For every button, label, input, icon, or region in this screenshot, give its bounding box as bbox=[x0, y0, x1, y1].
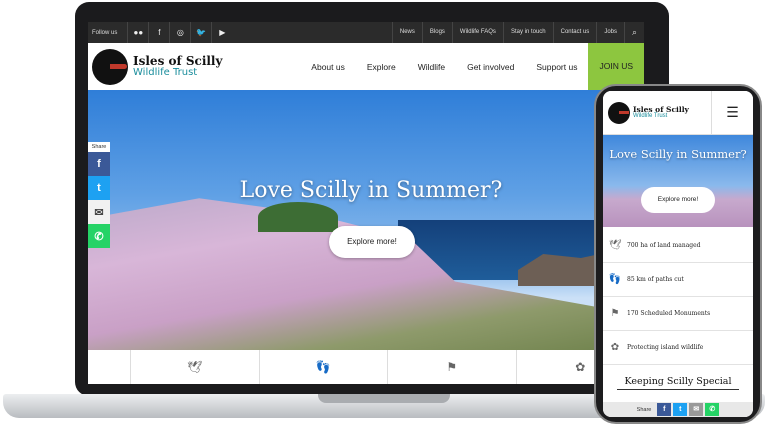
hero-title: Love Scilly in Summer? bbox=[239, 178, 503, 203]
phone-stats-list: 🕊 700 ha of land managed 👣 85 km of path… bbox=[603, 229, 753, 365]
share-facebook-icon[interactable]: f bbox=[88, 152, 110, 176]
bird-icon: 🕊 bbox=[608, 240, 622, 251]
youtube-icon[interactable]: ▶ bbox=[211, 22, 232, 43]
link-stay-in-touch[interactable]: Stay in touch bbox=[502, 22, 553, 43]
stat-paths: 85 km of paths cut bbox=[627, 276, 684, 283]
main-nav: About us Explore Wildlife Get involved S… bbox=[300, 43, 644, 90]
explore-more-button[interactable]: Explore more! bbox=[329, 226, 415, 258]
stat-wildlife: Protecting island wildlife bbox=[627, 344, 704, 351]
phone-brand-subtitle: Wildlife Trust bbox=[633, 113, 668, 120]
laptop-screen: Follow us ●● f ◎ 🐦 ▶ News Blogs Wildlife… bbox=[88, 22, 644, 384]
signpost-icon: ⚑ bbox=[387, 350, 516, 384]
phone-share-twitter-icon[interactable]: t bbox=[673, 403, 688, 416]
phone-logo[interactable]: Isles of Scilly Wildlife Trust bbox=[608, 101, 689, 124]
phone-hero: Love Scilly in Summer? Explore more! bbox=[603, 135, 753, 227]
facebook-icon[interactable]: f bbox=[148, 22, 169, 43]
phone-share-facebook-icon[interactable]: f bbox=[657, 403, 672, 416]
hamburger-menu-icon[interactable]: ☰ bbox=[711, 91, 753, 135]
link-blogs[interactable]: Blogs bbox=[421, 22, 452, 43]
phone-hero-title: Love Scilly in Summer? bbox=[609, 147, 747, 161]
nav-wildlife[interactable]: Wildlife bbox=[407, 62, 456, 72]
stat-land: 700 ha of land managed bbox=[627, 242, 701, 249]
share-whatsapp-icon[interactable]: ✆ bbox=[88, 224, 110, 248]
follow-us-label: Follow us bbox=[92, 29, 118, 36]
share-email-icon[interactable]: ✉ bbox=[88, 200, 110, 224]
list-item: 🕊 700 ha of land managed bbox=[603, 229, 753, 263]
laptop-notch bbox=[318, 394, 450, 403]
device-mockup: Follow us ●● f ◎ 🐦 ▶ News Blogs Wildlife… bbox=[0, 0, 768, 426]
flower-icon: ✿ bbox=[610, 342, 620, 353]
nav-explore[interactable]: Explore bbox=[356, 62, 407, 72]
nav-get-involved[interactable]: Get involved bbox=[456, 62, 525, 72]
top-bar: Follow us ●● f ◎ 🐦 ▶ News Blogs Wildlife… bbox=[88, 22, 644, 43]
phone-header: Isles of Scilly Wildlife Trust ☰ bbox=[603, 91, 753, 135]
phone-puffin-logo-icon bbox=[608, 101, 630, 124]
join-us-button[interactable]: JOIN US bbox=[588, 43, 644, 90]
footprints-icon: 👣 bbox=[258, 350, 388, 384]
hero-hill bbox=[258, 202, 338, 232]
instagram-icon[interactable]: ◎ bbox=[169, 22, 190, 43]
link-wildlife-faqs[interactable]: Wildlife FAQs bbox=[451, 22, 503, 43]
share-twitter-icon[interactable]: t bbox=[88, 176, 110, 200]
puffin-logo-icon bbox=[92, 48, 128, 85]
phone-share-bar: Share f t ✉ ✆ bbox=[603, 402, 753, 417]
site-logo[interactable]: Isles of Scilly Wildlife Trust bbox=[92, 48, 223, 85]
phone-brand-name: Isles of Scilly bbox=[633, 104, 689, 114]
hero-banner: Love Scilly in Summer? Explore more! bbox=[88, 90, 644, 350]
phone-share-email-icon[interactable]: ✉ bbox=[689, 403, 704, 416]
brand-name: Isles of Scilly bbox=[133, 54, 223, 68]
search-icon[interactable]: ⌕ bbox=[624, 22, 644, 43]
list-item: ⚑ 170 Scheduled Monuments bbox=[603, 297, 753, 331]
flickr-icon[interactable]: ●● bbox=[127, 22, 148, 43]
footprints-icon: 👣 bbox=[608, 274, 622, 285]
phone-share-whatsapp-icon[interactable]: ✆ bbox=[705, 403, 720, 416]
phone-screen: Isles of Scilly Wildlife Trust ☰ Love Sc… bbox=[603, 91, 753, 417]
stats-strip-spacer bbox=[88, 350, 130, 384]
link-jobs[interactable]: Jobs bbox=[596, 22, 624, 43]
signpost-icon: ⚑ bbox=[610, 308, 620, 319]
bird-icon: 🕊 bbox=[130, 350, 259, 384]
share-sidebar: Share f t ✉ ✆ bbox=[88, 142, 110, 248]
share-label: Share bbox=[88, 142, 110, 152]
link-contact-us[interactable]: Contact us bbox=[552, 22, 597, 43]
nav-about-us[interactable]: About us bbox=[300, 62, 356, 72]
stats-strip: 🕊 👣 ⚑ ✿ bbox=[88, 350, 644, 384]
nav-support-us[interactable]: Support us bbox=[525, 62, 588, 72]
utility-links: News Blogs Wildlife FAQs Stay in touch C… bbox=[391, 22, 624, 43]
list-item: ✿ Protecting island wildlife bbox=[603, 331, 753, 365]
phone-explore-more-button[interactable]: Explore more! bbox=[641, 187, 715, 213]
phone-share-label: Share bbox=[636, 406, 652, 413]
site-header: Isles of Scilly Wildlife Trust About us … bbox=[88, 43, 644, 90]
brand-subtitle: Wildlife Trust bbox=[133, 67, 198, 78]
stat-monuments: 170 Scheduled Monuments bbox=[627, 310, 711, 317]
link-news[interactable]: News bbox=[391, 22, 422, 43]
phone-section-heading: Keeping Scilly Special bbox=[617, 376, 739, 390]
twitter-icon[interactable]: 🐦 bbox=[190, 22, 211, 43]
list-item: 👣 85 km of paths cut bbox=[603, 263, 753, 297]
